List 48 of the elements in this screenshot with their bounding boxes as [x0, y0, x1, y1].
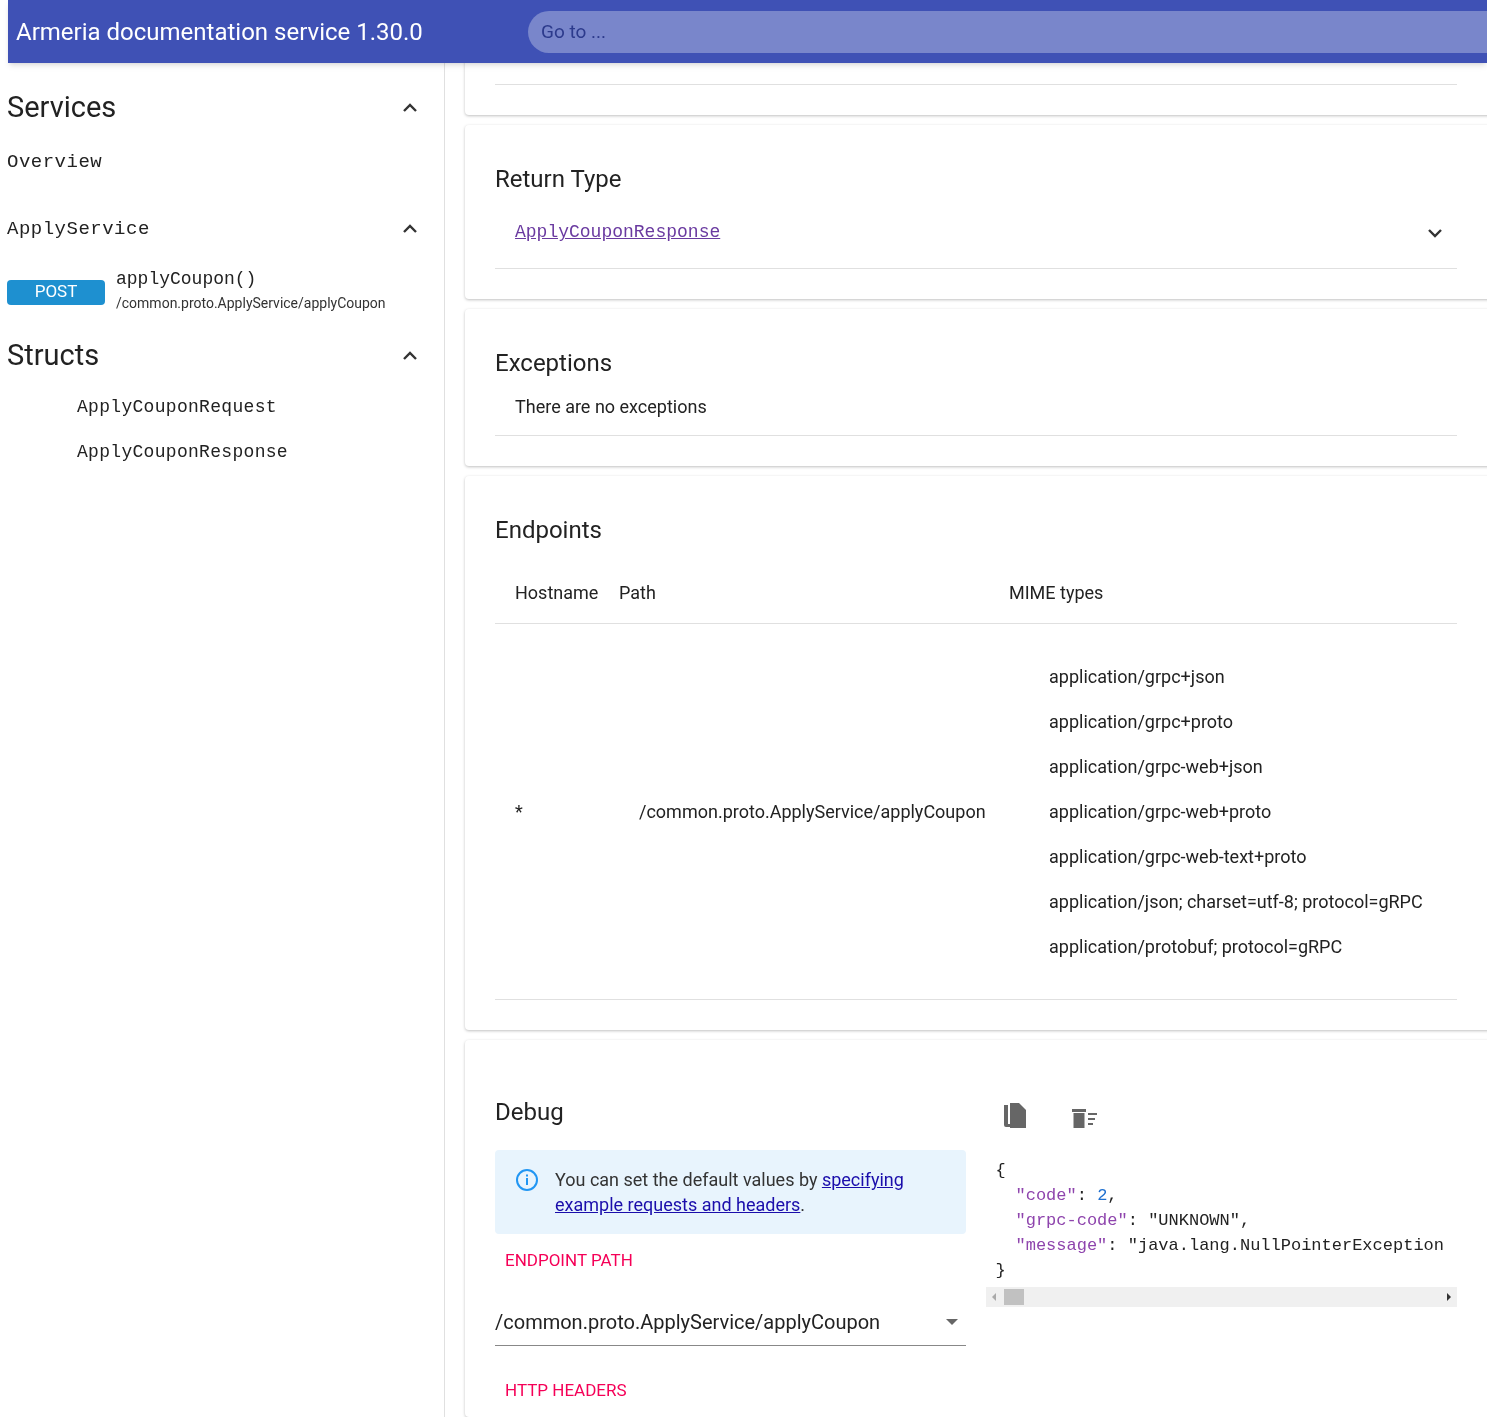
chevron-icon[interactable]: [402, 103, 418, 113]
column-header: Hostname: [515, 581, 600, 606]
method-badge: POST: [7, 279, 105, 305]
code-line: "grpc-code": "UNKNOWN",: [1014, 1210, 1252, 1233]
table-cell-text: application/grpc+json: [1049, 665, 1226, 690]
search-field[interactable]: Go to ...: [528, 10, 1487, 53]
code-line: "code": 2,: [1014, 1185, 1119, 1208]
service-item[interactable]: ApplyService: [7, 214, 150, 244]
docs-link[interactable]: specifying: [821, 1169, 904, 1191]
struct-item[interactable]: ApplyCouponResponse: [77, 442, 288, 462]
section-title: Return Type: [495, 164, 623, 196]
empty-message: There are no exceptions: [515, 396, 707, 418]
field-label: ENDPOINT PATH: [505, 1250, 633, 1271]
table-cell-text: *: [515, 800, 524, 825]
dropdown-icon: [945, 1319, 958, 1325]
chevron-icon[interactable]: [1427, 228, 1443, 238]
struct-item[interactable]: ApplyCouponRequest: [77, 397, 277, 417]
info-text: You can set the default values by specifying example requests and headers.: [555, 1168, 904, 1218]
section-heading[interactable]: Structs: [7, 334, 100, 378]
column-header: MIME types: [1009, 581, 1104, 606]
method-name[interactable]: applyCoupon(): [116, 266, 386, 292]
section-title: Exceptions: [495, 348, 614, 380]
table-cell-text: application/protobuf; protocol=gRPC: [1049, 935, 1344, 960]
app-title: Armeria documentation service 1.30.0: [16, 16, 424, 48]
nav-item[interactable]: Overview: [7, 151, 103, 173]
table-cell-text: /common.proto.ApplyService/applyCoupon: [639, 800, 987, 825]
method-path: /common.proto.ApplyService/applyCoupon: [116, 294, 386, 313]
table-cell-text: application/grpc-web+proto: [1049, 800, 1273, 825]
table-cell-text: application/grpc+proto: [1049, 710, 1235, 735]
table-cell-text: application/json; charset=utf-8; protocol=gRPC: [1049, 890, 1423, 915]
info-icon: [515, 1168, 539, 1193]
clear-icon[interactable]: [1071, 1107, 1098, 1130]
section-title: Debug: [495, 1097, 565, 1129]
chevron-icon[interactable]: [402, 351, 418, 361]
code-line: {: [995, 1160, 1007, 1183]
horizontal-scrollbar[interactable]: [985, 1287, 1457, 1308]
code-line: }: [995, 1260, 1007, 1283]
section-heading[interactable]: Services: [7, 86, 117, 130]
code-line: "message": "java.lang.NullPointerException: [1014, 1235, 1445, 1258]
field-label: HTTP HEADERS: [505, 1380, 627, 1401]
endpoint-select[interactable]: /common.proto.ApplyService/applyCoupon: [495, 1298, 966, 1347]
section-title: Endpoints: [495, 515, 603, 547]
column-header: Path: [619, 581, 657, 606]
docs-link[interactable]: example requests and headers: [555, 1194, 801, 1216]
table-cell-text: application/grpc-web-text+proto: [1049, 845, 1308, 870]
table-cell-text: application/grpc-web+json: [1049, 755, 1264, 780]
type-link[interactable]: ApplyCouponResponse: [515, 219, 721, 247]
chevron-icon[interactable]: [402, 224, 418, 234]
